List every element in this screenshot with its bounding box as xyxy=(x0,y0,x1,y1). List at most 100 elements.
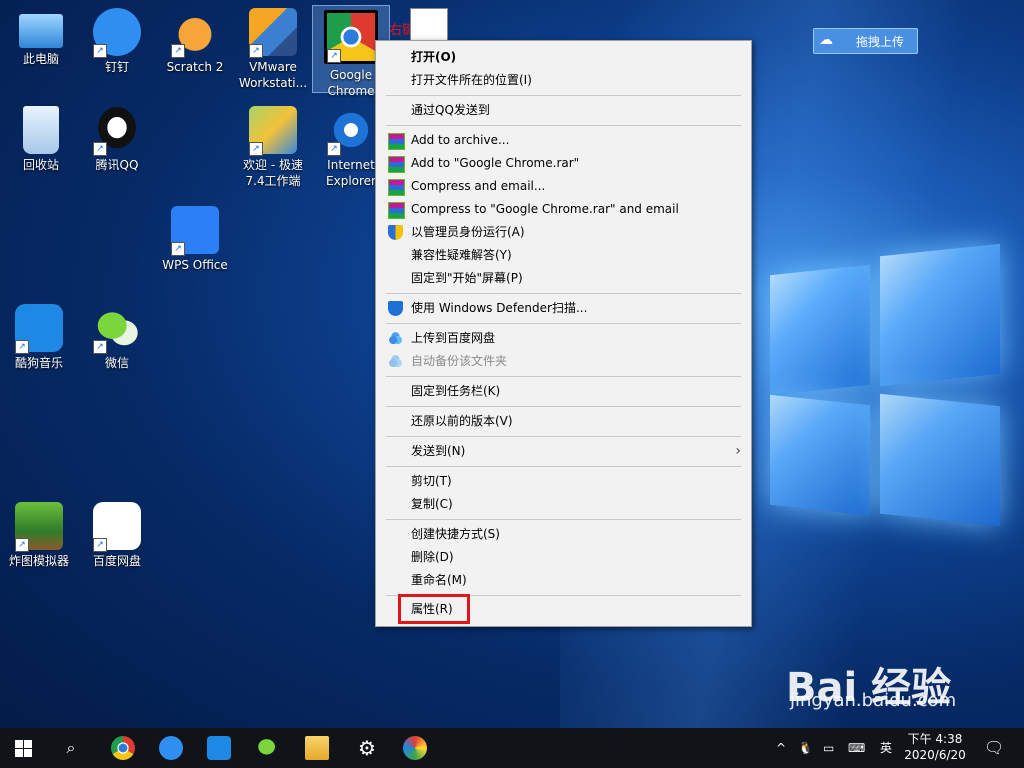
taskbar-phone[interactable] xyxy=(196,728,242,768)
game-icon: ↗ xyxy=(15,502,63,552)
desktop-icon-baidu-netdisk[interactable]: ↗ 百度网盘 xyxy=(79,502,155,569)
chrome-icon: ↗ xyxy=(324,10,378,64)
ime-indicator[interactable]: 英 xyxy=(880,728,892,768)
menu-label: Add to "Google Chrome.rar" xyxy=(411,156,580,170)
properties-highlight-box xyxy=(398,594,470,624)
desktop-icon-scratch[interactable]: ↗ Scratch 2 xyxy=(157,8,233,75)
menu-label: Compress to "Google Chrome.rar" and emai… xyxy=(411,202,679,216)
menu-separator xyxy=(386,323,741,324)
network-icon[interactable]: ▭ xyxy=(823,728,834,768)
menu-separator xyxy=(386,406,741,407)
uac-shield-icon xyxy=(388,225,403,240)
speed-tool-icon: ↗ xyxy=(249,106,297,156)
menu-item-defender-scan[interactable]: 使用 Windows Defender扫描... xyxy=(376,297,751,320)
search-button[interactable]: ⌕ xyxy=(48,728,94,768)
menu-label: 打开文件所在的位置(I) xyxy=(411,73,532,87)
menu-separator xyxy=(386,519,741,520)
desktop-icon-wechat[interactable]: ↗ 微信 xyxy=(79,304,155,371)
desktop-icon-qq[interactable]: ↗ 腾讯QQ xyxy=(79,106,155,173)
menu-label: 剪切(T) xyxy=(411,474,452,488)
icon-label: 回收站 xyxy=(22,158,59,172)
search-icon: ⌕ xyxy=(66,738,76,757)
menu-separator xyxy=(386,95,741,96)
menu-item-upload-baidu[interactable]: 上传到百度网盘 xyxy=(376,327,751,350)
menu-label: 通过QQ发送到 xyxy=(411,103,490,117)
taskbar-dingtalk[interactable] xyxy=(148,728,194,768)
icon-label: 微信 xyxy=(104,356,129,370)
icon-label: 酷狗音乐 xyxy=(14,356,63,370)
tray-chevron-up-icon[interactable]: ^ xyxy=(776,728,786,768)
menu-item-rename[interactable]: 重命名(M) xyxy=(376,569,751,592)
qq-tray-icon[interactable]: 🐧 xyxy=(798,728,813,768)
computer-icon xyxy=(19,14,63,48)
taskbar-wechat[interactable] xyxy=(246,728,292,768)
menu-label: 还原以前的版本(V) xyxy=(411,414,513,428)
desktop-icon-dingtalk[interactable]: ↗ 钉钉 xyxy=(79,8,155,75)
menu-item-cut[interactable]: 剪切(T) xyxy=(376,470,751,493)
taskbar-file-explorer[interactable] xyxy=(294,728,340,768)
menu-item-create-shortcut[interactable]: 创建快捷方式(S) xyxy=(376,523,751,546)
menu-item-send-to[interactable]: 发送到(N) › xyxy=(376,440,751,463)
settings-icon: ⚙ xyxy=(358,736,376,760)
baidu-cloud-icon xyxy=(388,354,403,369)
menu-item-pin-to-start[interactable]: 固定到"开始"屏幕(P) xyxy=(376,267,751,290)
winrar-icon xyxy=(388,202,405,219)
keyboard-icon[interactable]: ⌨ xyxy=(848,728,865,768)
dingtalk-icon: ↗ xyxy=(93,8,141,58)
icon-label: 此电脑 xyxy=(22,52,59,66)
menu-label: 打开(O) xyxy=(411,50,457,64)
file-explorer-icon xyxy=(305,736,329,760)
menu-item-restore-versions[interactable]: 还原以前的版本(V) xyxy=(376,410,751,433)
clock[interactable]: 下午 4:38 2020/6/20 xyxy=(898,731,972,763)
menu-separator xyxy=(386,376,741,377)
icon-label: 钉钉 xyxy=(104,60,129,74)
menu-item-auto-backup[interactable]: 自动备份该文件夹 xyxy=(376,350,751,373)
phone-icon xyxy=(207,736,231,760)
drag-upload-button[interactable]: ☁ 拖拽上传 xyxy=(813,28,918,54)
menu-item-open[interactable]: 打开(O) xyxy=(376,46,751,69)
icon-label: 百度网盘 xyxy=(92,554,141,568)
menu-item-compatibility[interactable]: 兼容性疑难解答(Y) xyxy=(376,244,751,267)
menu-item-send-via-qq[interactable]: 通过QQ发送到 xyxy=(376,99,751,122)
winrar-icon xyxy=(388,133,405,150)
wechat-icon xyxy=(257,736,281,760)
desktop-icon-this-pc[interactable]: 此电脑 xyxy=(3,8,79,67)
notification-icon[interactable]: 🗨 xyxy=(984,728,1004,768)
menu-item-copy[interactable]: 复制(C) xyxy=(376,493,751,516)
menu-label: 自动备份该文件夹 xyxy=(411,354,508,368)
taskbar-chrome[interactable] xyxy=(100,728,146,768)
desktop-icon-wps[interactable]: ↗ WPS Office xyxy=(157,206,233,273)
taskbar: ⌕ ⚙ ^ 🐧 ▭ ⌨ 英 下午 4:38 2020/6/20 🗨 xyxy=(0,728,1024,768)
menu-label: 固定到任务栏(K) xyxy=(411,384,501,398)
watermark-url: jingyan.baidu.com xyxy=(790,690,957,711)
wps-icon: ↗ xyxy=(171,206,219,256)
menu-item-open-location[interactable]: 打开文件所在的位置(I) xyxy=(376,69,751,92)
desktop-icon-recycle-bin[interactable]: 回收站 xyxy=(3,106,79,173)
icon-label: Scratch 2 xyxy=(166,60,224,74)
taskbar-settings[interactable]: ⚙ xyxy=(344,728,390,768)
menu-separator xyxy=(386,125,741,126)
menu-item-run-as-admin[interactable]: 以管理员身份运行(A) xyxy=(376,221,751,244)
menu-label: 发送到(N) xyxy=(411,444,466,458)
desktop-icon-game[interactable]: ↗ 炸图模拟器 xyxy=(1,502,77,569)
menu-item-pin-to-taskbar[interactable]: 固定到任务栏(K) xyxy=(376,380,751,403)
menu-label: 使用 Windows Defender扫描... xyxy=(411,301,588,315)
desktop-icon-speed-tool[interactable]: ↗ 欢迎 - 极速 7.4工作端 xyxy=(235,106,311,189)
start-button[interactable] xyxy=(0,728,46,768)
menu-item-delete[interactable]: 删除(D) xyxy=(376,546,751,569)
menu-item-add-to-rar[interactable]: Add to "Google Chrome.rar" xyxy=(376,152,751,175)
icon-label: 腾讯QQ xyxy=(95,158,139,172)
context-menu: 打开(O) 打开文件所在的位置(I) 通过QQ发送到 Add to archiv… xyxy=(375,40,752,627)
recycle-bin-icon xyxy=(23,106,59,154)
menu-label: Add to archive... xyxy=(411,133,510,147)
desktop-icon-vmware[interactable]: ↗ VMware Workstati... xyxy=(235,8,311,91)
vmware-icon: ↗ xyxy=(249,8,297,58)
menu-label: 复制(C) xyxy=(411,497,453,511)
icon-label: 欢迎 - 极速 7.4工作端 xyxy=(243,158,303,188)
chrome-icon xyxy=(111,736,135,760)
menu-item-add-to-archive[interactable]: Add to archive... xyxy=(376,129,751,152)
menu-item-compress-to-rar-email[interactable]: Compress to "Google Chrome.rar" and emai… xyxy=(376,198,751,221)
taskbar-paint[interactable] xyxy=(392,728,438,768)
menu-item-compress-email[interactable]: Compress and email... xyxy=(376,175,751,198)
desktop-icon-kugou[interactable]: ↗ 酷狗音乐 xyxy=(1,304,77,371)
